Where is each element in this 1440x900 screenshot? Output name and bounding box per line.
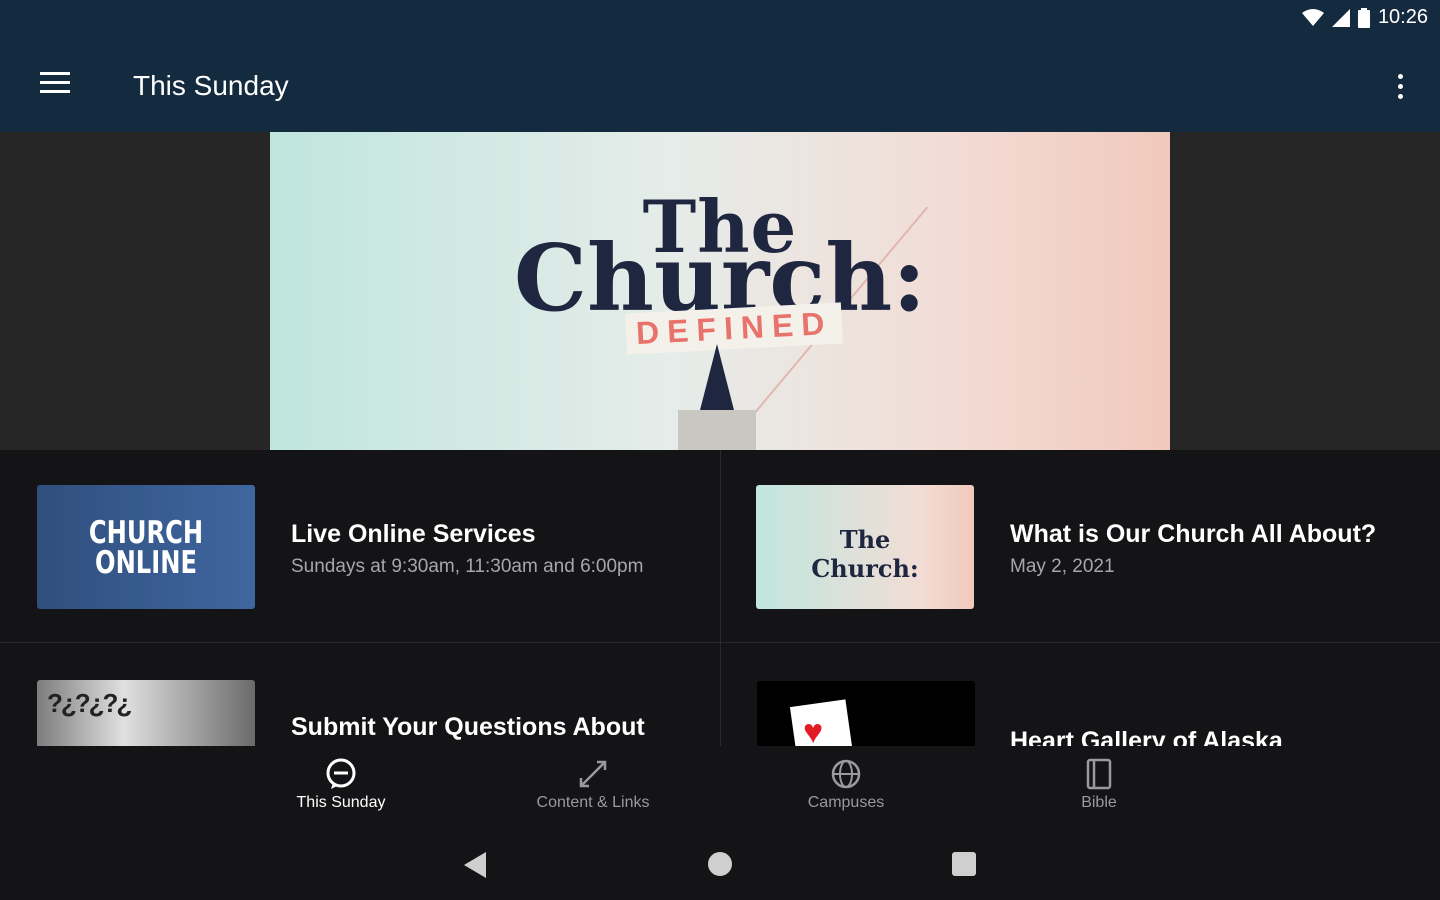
- book-icon: [1086, 758, 1112, 790]
- content-grid: CHURCH ONLINE Live Online Services Sunday…: [0, 450, 1440, 746]
- system-navigation-bar: [0, 830, 1440, 900]
- chat-bubble-icon: [326, 758, 356, 789]
- card-thumbnail: CHURCH ONLINE: [37, 485, 255, 609]
- thumbnail-text: The Church:: [811, 525, 919, 583]
- church-tower-graphic: [678, 410, 756, 450]
- nav-bible[interactable]: Bible: [999, 756, 1199, 812]
- card-title: Live Online Services: [291, 520, 536, 548]
- card-live-online-services[interactable]: CHURCH ONLINE Live Online Services Sunday…: [0, 450, 720, 642]
- globe-icon: [831, 759, 861, 789]
- nav-label: This Sunday: [296, 794, 386, 811]
- nav-this-sunday[interactable]: This Sunday: [241, 756, 441, 812]
- page-title: This Sunday: [133, 70, 289, 101]
- card-thumbnail: ♥: [757, 681, 975, 746]
- recents-icon[interactable]: [952, 852, 976, 876]
- nav-label: Campuses: [807, 794, 885, 811]
- battery-icon: [1357, 7, 1370, 28]
- app-bar: This Sunday: [0, 40, 1440, 132]
- nav-campuses[interactable]: Campuses: [746, 756, 946, 812]
- bottom-navigation: This Sunday Content & Links Campuses Bib…: [0, 746, 1440, 830]
- card-title: Heart Gallery of Alaska: [1010, 727, 1283, 746]
- home-icon[interactable]: [708, 852, 732, 876]
- card-title: Submit Your Questions About: [291, 713, 645, 741]
- wifi-icon: [1301, 8, 1324, 26]
- card-subtitle: Sundays at 9:30am, 11:30am and 6:00pm: [291, 556, 644, 577]
- card-what-is-our-church[interactable]: The Church: What is Our Church All About?…: [721, 450, 1440, 642]
- card-title: What is Our Church All About?: [1010, 520, 1377, 548]
- hero-banner-container: The Church: DEFINED: [0, 132, 1440, 450]
- steeple-graphic: [699, 344, 735, 414]
- card-submit-questions[interactable]: ?¿?¿?¿ Submit Your Questions About: [0, 643, 720, 746]
- nav-label: Bible: [1081, 794, 1117, 811]
- more-vert-icon[interactable]: [1390, 66, 1410, 106]
- nav-content-links[interactable]: Content & Links: [493, 756, 693, 812]
- heart-icon: ♥: [803, 713, 824, 746]
- thumbnail-text: ?¿?¿?¿: [47, 688, 132, 718]
- collapse-arrows-icon: [579, 760, 607, 788]
- back-icon[interactable]: [464, 852, 486, 878]
- card-heart-gallery[interactable]: ♥ Heart Gallery of Alaska: [721, 643, 1440, 746]
- status-icons: 10:26: [1301, 6, 1428, 29]
- thumbnail-text: CHURCH ONLINE: [88, 515, 204, 581]
- card-subtitle: May 2, 2021: [1010, 556, 1115, 577]
- cell-signal-icon: [1331, 8, 1350, 27]
- hamburger-menu-icon[interactable]: [34, 66, 74, 106]
- hero-banner[interactable]: The Church: DEFINED: [270, 132, 1170, 450]
- status-bar: 10:26: [0, 0, 1440, 40]
- card-thumbnail: The Church:: [756, 485, 974, 609]
- card-thumbnail: ?¿?¿?¿: [37, 680, 255, 746]
- nav-label: Content & Links: [536, 794, 650, 811]
- status-time: 10:26: [1377, 6, 1428, 28]
